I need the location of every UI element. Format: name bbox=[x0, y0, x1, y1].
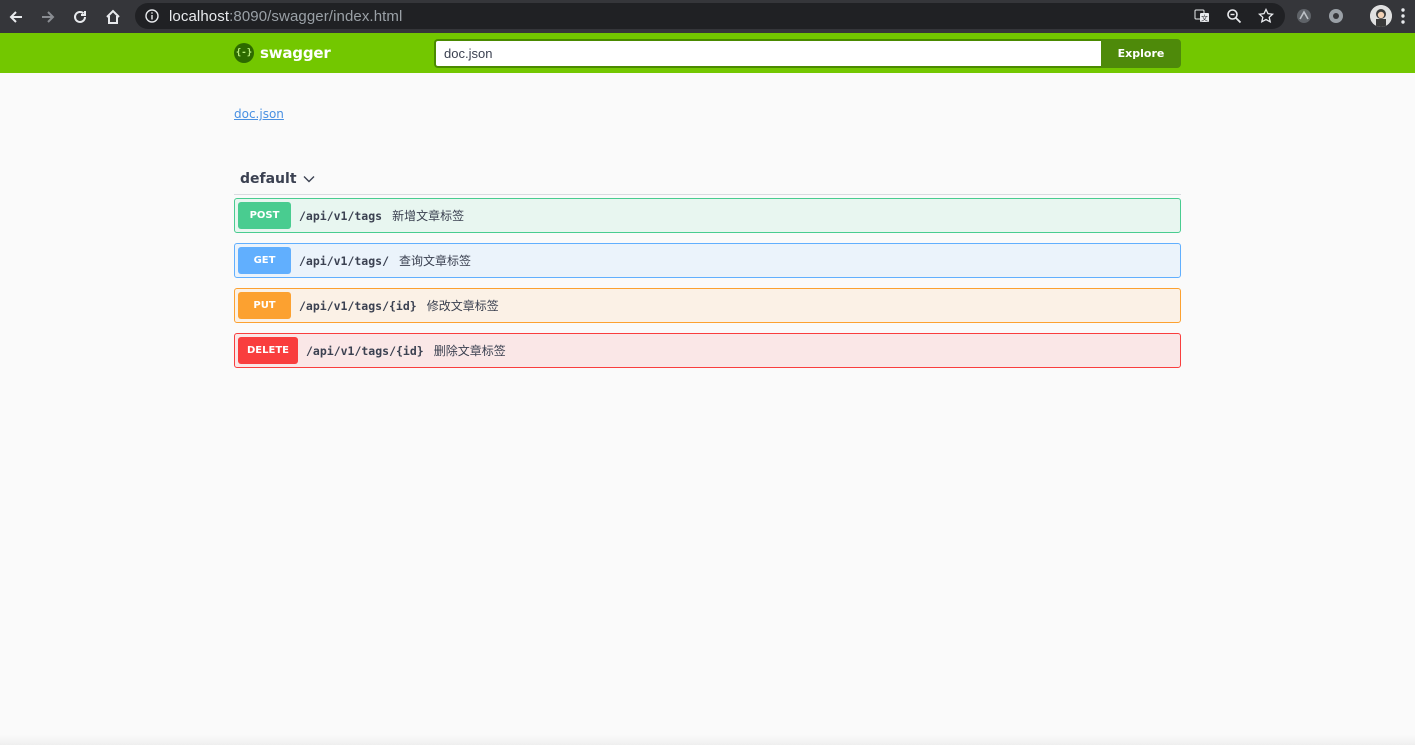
method-badge: GET bbox=[238, 247, 291, 274]
arrow-right-icon bbox=[42, 10, 55, 23]
extension-icon[interactable] bbox=[1326, 6, 1346, 26]
address-bar[interactable]: localhost:8090/swagger/index.html 文 bbox=[135, 3, 1285, 29]
back-button[interactable] bbox=[0, 0, 32, 33]
url-text: localhost:8090/swagger/index.html bbox=[169, 8, 402, 25]
operation-path: /api/v1/tags/{id} bbox=[306, 343, 424, 358]
info-icon[interactable] bbox=[145, 9, 159, 23]
spec-link[interactable]: doc.json bbox=[234, 107, 284, 121]
operation-summary: 查询文章标签 bbox=[399, 254, 472, 268]
browser-toolbar: localhost:8090/swagger/index.html 文 bbox=[0, 0, 1415, 33]
extension-icon[interactable] bbox=[1294, 6, 1314, 26]
bookmark-star-icon[interactable] bbox=[1257, 7, 1275, 25]
tag-section-header[interactable]: default bbox=[234, 164, 1181, 195]
swagger-logo-text: swagger bbox=[260, 44, 331, 62]
bottom-shadow bbox=[0, 735, 1415, 745]
swagger-logo[interactable]: {-} swagger bbox=[234, 43, 331, 63]
reload-icon bbox=[74, 10, 86, 23]
method-badge: PUT bbox=[238, 292, 291, 319]
operation-post-tags[interactable]: POST /api/v1/tags 新增文章标签 bbox=[234, 198, 1181, 233]
profile-avatar[interactable] bbox=[1370, 5, 1392, 27]
home-icon bbox=[106, 9, 120, 24]
reload-button[interactable] bbox=[64, 0, 96, 33]
spec-url-input[interactable] bbox=[434, 39, 1102, 68]
explore-button[interactable]: Explore bbox=[1101, 39, 1181, 68]
arrow-left-icon bbox=[9, 10, 22, 23]
chevron-down-icon[interactable] bbox=[303, 175, 315, 183]
operation-delete-tag[interactable]: DELETE /api/v1/tags/{id} 删除文章标签 bbox=[234, 333, 1181, 368]
swagger-logo-icon: {-} bbox=[234, 43, 254, 63]
operation-summary: 删除文章标签 bbox=[433, 344, 506, 358]
svg-text:文: 文 bbox=[1201, 14, 1208, 23]
operation-get-tags[interactable]: GET /api/v1/tags/ 查询文章标签 bbox=[234, 243, 1181, 278]
swagger-topbar: {-} swagger Explore bbox=[0, 33, 1415, 73]
forward-button[interactable] bbox=[32, 0, 64, 33]
operation-path: /api/v1/tags bbox=[299, 208, 383, 223]
translate-icon[interactable]: 文 bbox=[1193, 7, 1211, 25]
operation-summary: 新增文章标签 bbox=[392, 209, 465, 223]
zoom-icon[interactable] bbox=[1225, 7, 1243, 25]
tag-name: default bbox=[240, 171, 297, 187]
operation-summary: 修改文章标签 bbox=[426, 299, 499, 313]
url-host: localhost bbox=[169, 7, 230, 25]
operation-path: /api/v1/tags/ bbox=[299, 253, 390, 268]
method-badge: DELETE bbox=[238, 337, 298, 364]
more-menu-icon[interactable] bbox=[1400, 7, 1406, 25]
operation-put-tag[interactable]: PUT /api/v1/tags/{id} 修改文章标签 bbox=[234, 288, 1181, 323]
home-button[interactable] bbox=[97, 0, 129, 33]
method-badge: POST bbox=[238, 202, 291, 229]
url-path: :8090/swagger/index.html bbox=[229, 7, 403, 25]
operation-path: /api/v1/tags/{id} bbox=[299, 298, 417, 313]
